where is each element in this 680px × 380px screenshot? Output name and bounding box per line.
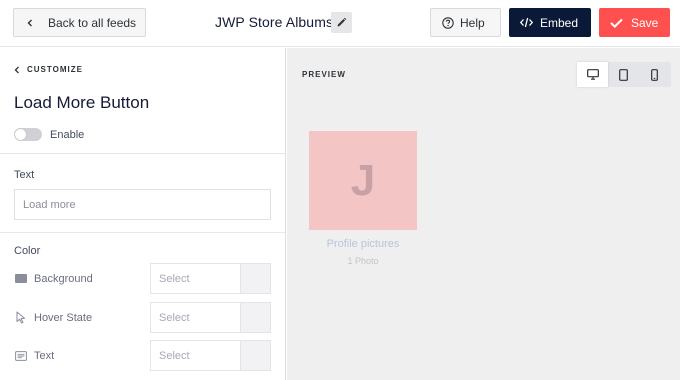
desktop-view-button[interactable] bbox=[577, 62, 608, 87]
color-row-text: Text Select bbox=[14, 340, 271, 371]
color-select-value: Select bbox=[159, 272, 190, 285]
color-select-value: Select bbox=[159, 349, 190, 362]
save-label: Save bbox=[631, 15, 659, 30]
cursor-icon bbox=[14, 311, 27, 324]
save-button[interactable]: Save bbox=[599, 8, 670, 37]
color-row-hover-state: Hover State Select bbox=[14, 302, 271, 333]
pencil-icon bbox=[336, 17, 347, 28]
code-icon bbox=[520, 17, 533, 28]
album-title[interactable]: Profile pictures bbox=[309, 238, 417, 250]
album-photo-count: 1 Photo bbox=[347, 256, 379, 266]
divider bbox=[0, 232, 285, 233]
color-row-label: Background bbox=[34, 272, 93, 285]
text-icon bbox=[14, 350, 27, 361]
preview-area: PREVIEW J Profile pictures 1 Photo bbox=[287, 48, 680, 380]
album-thumbnail[interactable]: J bbox=[309, 131, 417, 230]
color-swatch[interactable] bbox=[240, 303, 270, 332]
color-swatch[interactable] bbox=[240, 264, 270, 293]
desktop-icon bbox=[586, 69, 599, 80]
help-circle-icon bbox=[442, 16, 454, 29]
color-row-background: Background Select bbox=[14, 263, 271, 294]
color-row-label: Text bbox=[34, 349, 55, 362]
album-initial: J bbox=[350, 155, 376, 205]
customize-back-link[interactable]: CUSTOMIZE bbox=[14, 65, 83, 74]
enable-label: Enable bbox=[50, 128, 85, 141]
breadcrumb: CUSTOMIZE bbox=[27, 65, 83, 74]
enable-toggle[interactable] bbox=[14, 128, 42, 141]
toggle-knob bbox=[15, 129, 26, 140]
help-label: Help bbox=[460, 15, 485, 30]
device-switcher bbox=[577, 62, 671, 87]
chevron-left-icon bbox=[14, 66, 20, 74]
embed-label: Embed bbox=[540, 15, 579, 30]
back-to-feeds-button[interactable]: Back to all feeds bbox=[13, 8, 146, 37]
checkmark-icon bbox=[610, 18, 623, 28]
enable-toggle-row: Enable bbox=[14, 128, 84, 141]
top-bar: Back to all feeds JWP Store Albums Help … bbox=[0, 0, 680, 47]
tablet-view-button[interactable] bbox=[608, 62, 639, 87]
chevron-left-icon bbox=[26, 19, 46, 27]
preview-label: PREVIEW bbox=[302, 70, 346, 79]
help-button[interactable]: Help bbox=[430, 8, 501, 37]
edit-title-button[interactable] bbox=[331, 12, 352, 33]
back-to-feeds-label: Back to all feeds bbox=[48, 15, 137, 30]
tablet-icon bbox=[619, 68, 628, 81]
customize-panel: CUSTOMIZE Load More Button Enable Text C… bbox=[0, 48, 286, 380]
hover-state-color-select[interactable]: Select bbox=[150, 302, 271, 333]
text-section-label: Text bbox=[14, 169, 35, 181]
color-section-label: Color bbox=[14, 245, 41, 257]
load-more-text-input[interactable] bbox=[14, 189, 271, 220]
mobile-view-button[interactable] bbox=[639, 62, 670, 87]
divider bbox=[0, 153, 285, 154]
embed-button[interactable]: Embed bbox=[509, 8, 591, 37]
panel-title: Load More Button bbox=[14, 93, 150, 112]
background-color-select[interactable]: Select bbox=[150, 263, 271, 294]
color-swatch[interactable] bbox=[240, 341, 270, 370]
color-select-value: Select bbox=[159, 311, 190, 324]
background-swatch-icon bbox=[14, 274, 27, 283]
color-row-label: Hover State bbox=[34, 311, 93, 324]
text-color-select[interactable]: Select bbox=[150, 340, 271, 371]
feed-title: JWP Store Albums bbox=[215, 14, 334, 30]
mobile-icon bbox=[651, 68, 658, 81]
